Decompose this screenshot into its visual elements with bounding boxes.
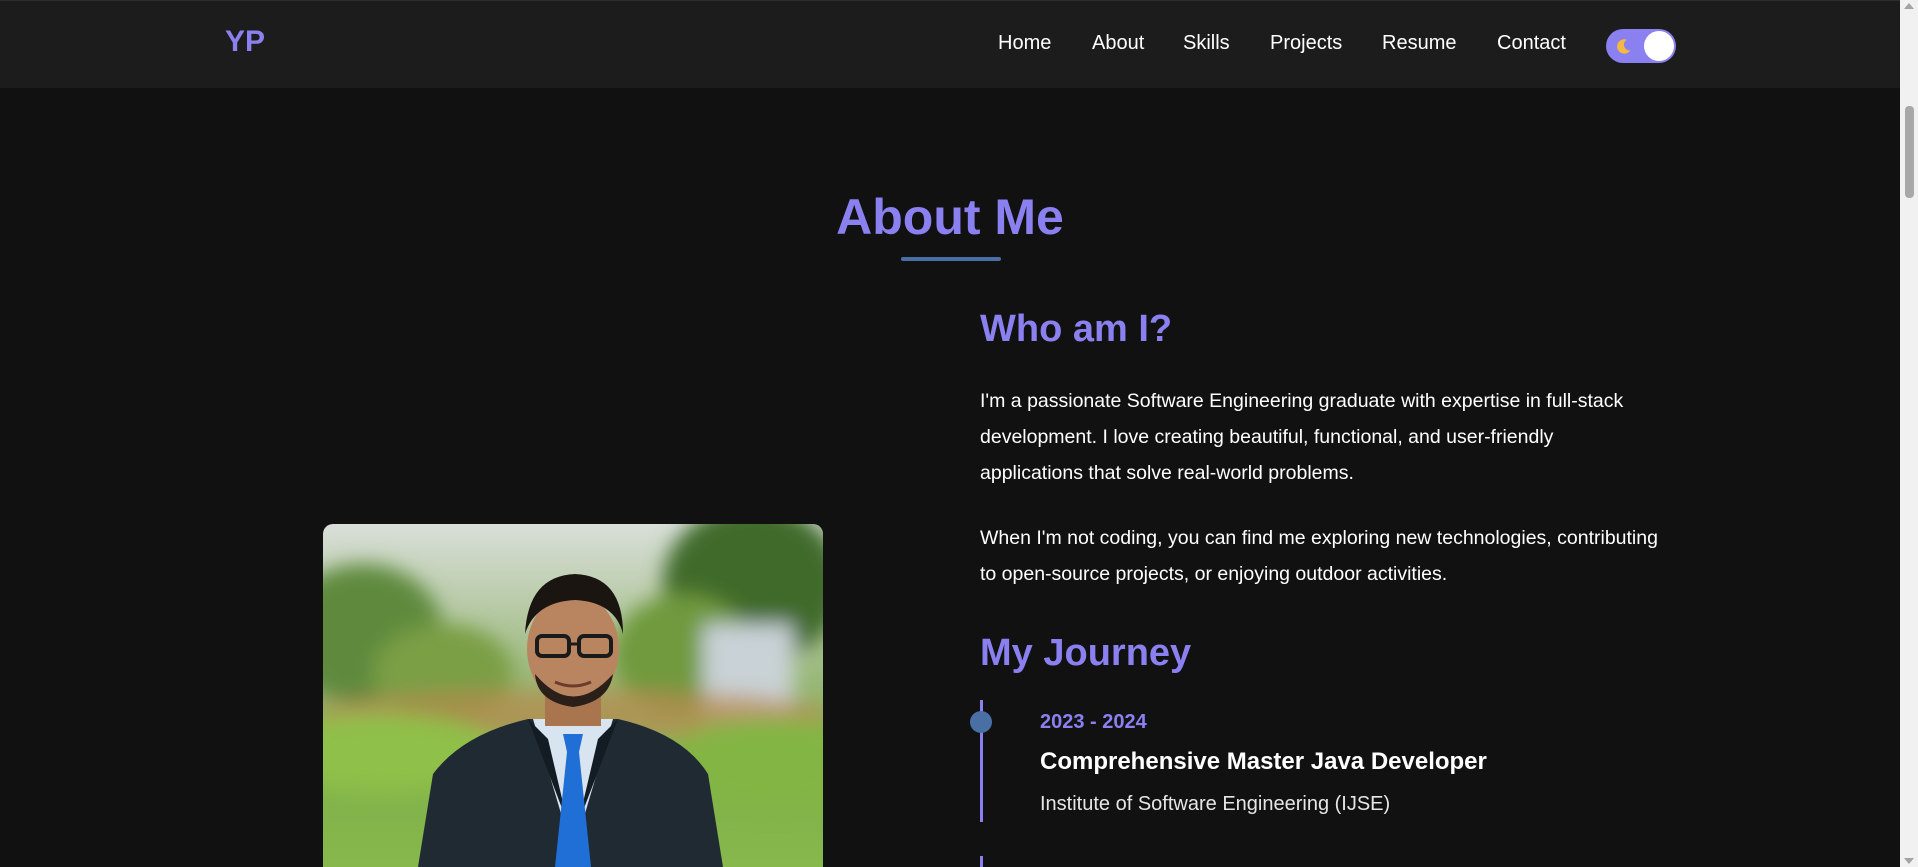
- scroll-down-arrow-icon[interactable]: [1904, 858, 1914, 864]
- about-paragraph-1: I'm a passionate Software Engineering gr…: [980, 390, 1624, 484]
- nav-link-resume[interactable]: Resume: [1382, 32, 1456, 55]
- section-title: About Me: [836, 189, 1064, 245]
- theme-toggle[interactable]: [1606, 29, 1676, 63]
- timeline-organization: Institute of Software Engineering (IJSE): [1040, 793, 1391, 815]
- timeline-line-next: [980, 856, 983, 867]
- profile-photo: [323, 524, 823, 867]
- moon-icon: [1617, 39, 1631, 54]
- scroll-up-arrow-icon[interactable]: [1904, 3, 1914, 9]
- scrollbar-thumb[interactable]: [1905, 106, 1914, 198]
- timeline-date: 2023 - 2024: [1040, 711, 1147, 733]
- page-scrollbar[interactable]: [1900, 0, 1918, 867]
- site-logo[interactable]: YP: [225, 25, 265, 59]
- nav-link-about[interactable]: About: [1092, 32, 1144, 55]
- journey-heading: My Journey: [980, 632, 1192, 674]
- nav-link-contact[interactable]: Contact: [1497, 32, 1566, 55]
- who-am-i-heading: Who am I?: [980, 308, 1173, 350]
- profile-portrait-image: [323, 524, 823, 867]
- nav-link-projects[interactable]: Projects: [1270, 32, 1342, 55]
- timeline-dot: [970, 711, 992, 733]
- about-paragraph-2: When I'm not coding, you can find me exp…: [980, 527, 1658, 585]
- nav-link-home[interactable]: Home: [998, 32, 1051, 55]
- navbar: YP Home About Skills Projects Resume Con…: [0, 0, 1900, 88]
- toggle-knob: [1644, 31, 1674, 61]
- timeline-title: Comprehensive Master Java Developer: [1040, 748, 1487, 775]
- nav-link-skills[interactable]: Skills: [1183, 32, 1230, 55]
- title-underline: [901, 257, 1001, 261]
